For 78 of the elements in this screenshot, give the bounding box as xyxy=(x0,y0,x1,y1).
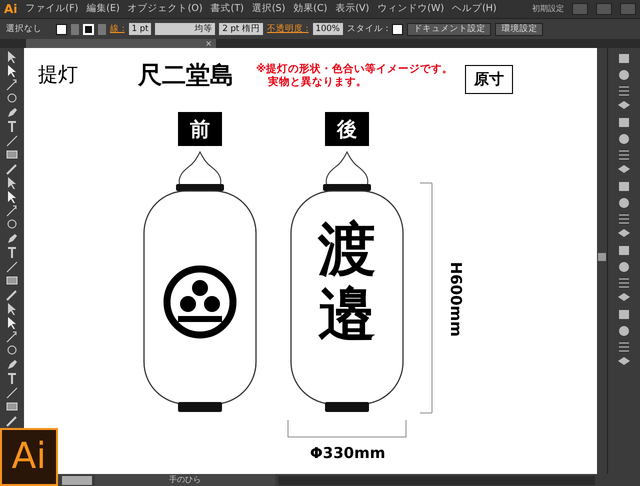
tool-icon[interactable] xyxy=(5,232,19,245)
selection-status: 選択なし xyxy=(6,22,42,36)
tool-icon[interactable] xyxy=(5,330,19,343)
menu-item[interactable]: 書式(T) xyxy=(210,2,244,16)
tool-icon[interactable] xyxy=(5,344,19,357)
panel-icon[interactable] xyxy=(617,116,631,129)
current-tool-label: 手のひら xyxy=(95,474,275,486)
tool-icon[interactable] xyxy=(5,246,19,259)
notice-text: 実物と異なります。 xyxy=(268,76,367,89)
panel-icon[interactable] xyxy=(617,340,631,353)
panel-icon[interactable] xyxy=(617,68,631,81)
stroke-swatch[interactable] xyxy=(83,24,94,34)
opacity-label[interactable]: 不透明度 : xyxy=(266,22,309,36)
height-dimension: H600mm xyxy=(446,262,466,337)
toolbar-button[interactable]: 環境設定 xyxy=(495,22,544,36)
menu-item[interactable]: 編集(E) xyxy=(86,2,120,16)
panel-icon[interactable] xyxy=(617,308,631,321)
opacity-field[interactable]: 100% xyxy=(312,23,343,35)
tool-icon[interactable] xyxy=(5,414,19,427)
lantern-label: 後 xyxy=(325,112,369,146)
stroke-label[interactable]: 線 : xyxy=(110,22,125,36)
stroke-weight-field[interactable]: 1 pt xyxy=(128,23,152,35)
tool-icon[interactable] xyxy=(5,260,19,273)
close-icon[interactable]: × xyxy=(205,40,212,48)
menu-item[interactable]: 表示(V) xyxy=(335,2,370,16)
width-dimension: Φ330mm xyxy=(310,443,386,464)
panel-icon[interactable] xyxy=(617,132,631,145)
menu-item[interactable]: オブジェクト(O) xyxy=(128,2,203,16)
panel-icon[interactable] xyxy=(617,148,631,161)
panel-icon[interactable] xyxy=(617,276,631,289)
zoom-field[interactable] xyxy=(62,476,92,484)
panel-icon[interactable] xyxy=(617,212,631,225)
shop-name: 尺二堂島 xyxy=(138,62,234,88)
panel-icon[interactable] xyxy=(617,324,631,337)
menu-item[interactable]: 選択(S) xyxy=(252,2,286,16)
fill-swatch[interactable] xyxy=(56,24,67,34)
menu-item[interactable]: ファイル(F) xyxy=(25,2,78,16)
panel-icon[interactable] xyxy=(617,244,631,257)
lantern-text: 渡邉 xyxy=(318,218,376,346)
tool-icon[interactable] xyxy=(5,134,19,147)
menu-item[interactable]: ウィンドウ(W) xyxy=(377,2,444,16)
toolbar-button[interactable]: ドキュメント設定 xyxy=(407,22,492,36)
tool-icon[interactable] xyxy=(5,218,19,231)
stroke-profile-dropdown[interactable]: 均等 xyxy=(155,23,216,35)
panel-icon[interactable] xyxy=(617,52,631,65)
tool-icon[interactable] xyxy=(5,204,19,217)
panel-icon[interactable] xyxy=(617,196,631,209)
scroll-thumb[interactable] xyxy=(598,253,606,261)
tool-icon[interactable] xyxy=(5,106,19,119)
tool-icon[interactable] xyxy=(5,372,19,385)
panel-icon[interactable] xyxy=(617,260,631,273)
brush-dropdown[interactable]: 2 pt 楕円 xyxy=(219,23,263,35)
horizontal-scrollbar[interactable] xyxy=(278,476,595,484)
app-logo: Ai xyxy=(4,1,18,18)
document-tab[interactable]: × xyxy=(26,39,216,48)
tool-icon[interactable] xyxy=(5,148,19,161)
lantern-label: 前 xyxy=(178,112,222,146)
style-label: スタイル : xyxy=(346,22,388,36)
menu-item[interactable]: 効果(C) xyxy=(293,2,328,16)
tool-icon[interactable] xyxy=(5,78,19,91)
tool-icon[interactable] xyxy=(5,400,19,413)
workspace-switcher[interactable]: 初期設定 xyxy=(532,3,564,15)
panel-icon[interactable] xyxy=(617,84,631,97)
tool-icon[interactable] xyxy=(5,120,19,133)
tool-icon[interactable] xyxy=(5,92,19,105)
tool-icon[interactable] xyxy=(5,288,19,301)
tool-icon[interactable] xyxy=(5,386,19,399)
tool-icon[interactable] xyxy=(5,162,19,175)
scale-label: 原寸 xyxy=(465,65,513,94)
menu-item[interactable]: ヘルプ(H) xyxy=(452,2,497,16)
document-heading: 提灯 xyxy=(38,64,78,84)
family-crest-icon xyxy=(162,264,238,340)
notice-text: ※提灯の形状・色合い等イメージです。 xyxy=(256,63,454,76)
tool-icon[interactable] xyxy=(5,274,19,287)
tool-icon[interactable] xyxy=(5,358,19,371)
panel-icon[interactable] xyxy=(617,180,631,193)
app-logo: Ai xyxy=(0,428,58,486)
style-swatch[interactable] xyxy=(392,24,404,34)
